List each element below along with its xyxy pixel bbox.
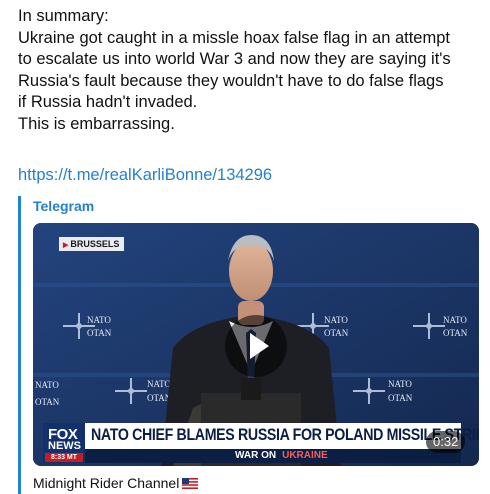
play-button[interactable] [225, 315, 287, 377]
video-player[interactable]: NATO OTAN NATO OTAN NATO OTAN NATO OTAN … [33, 223, 479, 466]
message-line: Ukraine got caught in a missle hoax fals… [18, 28, 450, 47]
message-line: In summary: [18, 7, 109, 25]
message-link[interactable]: https://t.me/realKarliBonne/134296 [18, 166, 272, 185]
message-text: In summary: Ukraine got caught in a miss… [18, 6, 484, 135]
message-line: if Russia hadn't invaded. [18, 93, 198, 111]
preview-source-title[interactable]: Telegram [33, 198, 94, 214]
dateline-arrow-icon: ▶ [63, 242, 69, 249]
backdrop-text: OTAN [388, 393, 413, 403]
broadcast-time: 8:33 MT [45, 453, 83, 462]
us-flag-icon [182, 478, 199, 489]
backdrop-text: OTAN [35, 397, 60, 407]
backdrop-text: NATO [35, 380, 59, 390]
backdrop-text: OTAN [324, 328, 349, 338]
backdrop-text: NATO [147, 379, 171, 389]
network-logo: FOX NEWS 8:33 MT [43, 423, 85, 463]
chyron-headline: NATO CHIEF BLAMES RUSSIA FOR POLAND MISS… [91, 426, 479, 444]
link-preview: Telegram NATO OTAN NATO OTAN NATO OTAN N… [18, 196, 480, 494]
backdrop-text: OTAN [87, 328, 112, 338]
backdrop-text: NATO [324, 315, 348, 325]
message-line: Russia's fault because they wouldn't hav… [18, 71, 444, 90]
backdrop-text: NATO [87, 315, 111, 325]
backdrop-text: OTAN [443, 328, 468, 338]
dateline-badge: ▶ BRUSSELS [59, 237, 125, 251]
news-chyron: NATO CHIEF BLAMES RUSSIA FOR POLAND MISS… [81, 423, 479, 449]
message-line: to escalate us into world War 3 and now … [18, 50, 451, 68]
chyron-subbar: WAR ON UKRAINE [81, 449, 461, 463]
network-subname: NEWS [48, 440, 81, 452]
backdrop-text: NATO [443, 315, 467, 325]
chyron-tag: UKRAINE [282, 450, 328, 461]
channel-name[interactable]: Midnight Rider Channel [33, 475, 199, 491]
video-duration: 0:32 [426, 431, 466, 453]
chyron-subline: WAR ON [235, 450, 277, 461]
backdrop-text: NATO [388, 379, 412, 389]
message-line: This is embarrassing. [18, 114, 175, 133]
